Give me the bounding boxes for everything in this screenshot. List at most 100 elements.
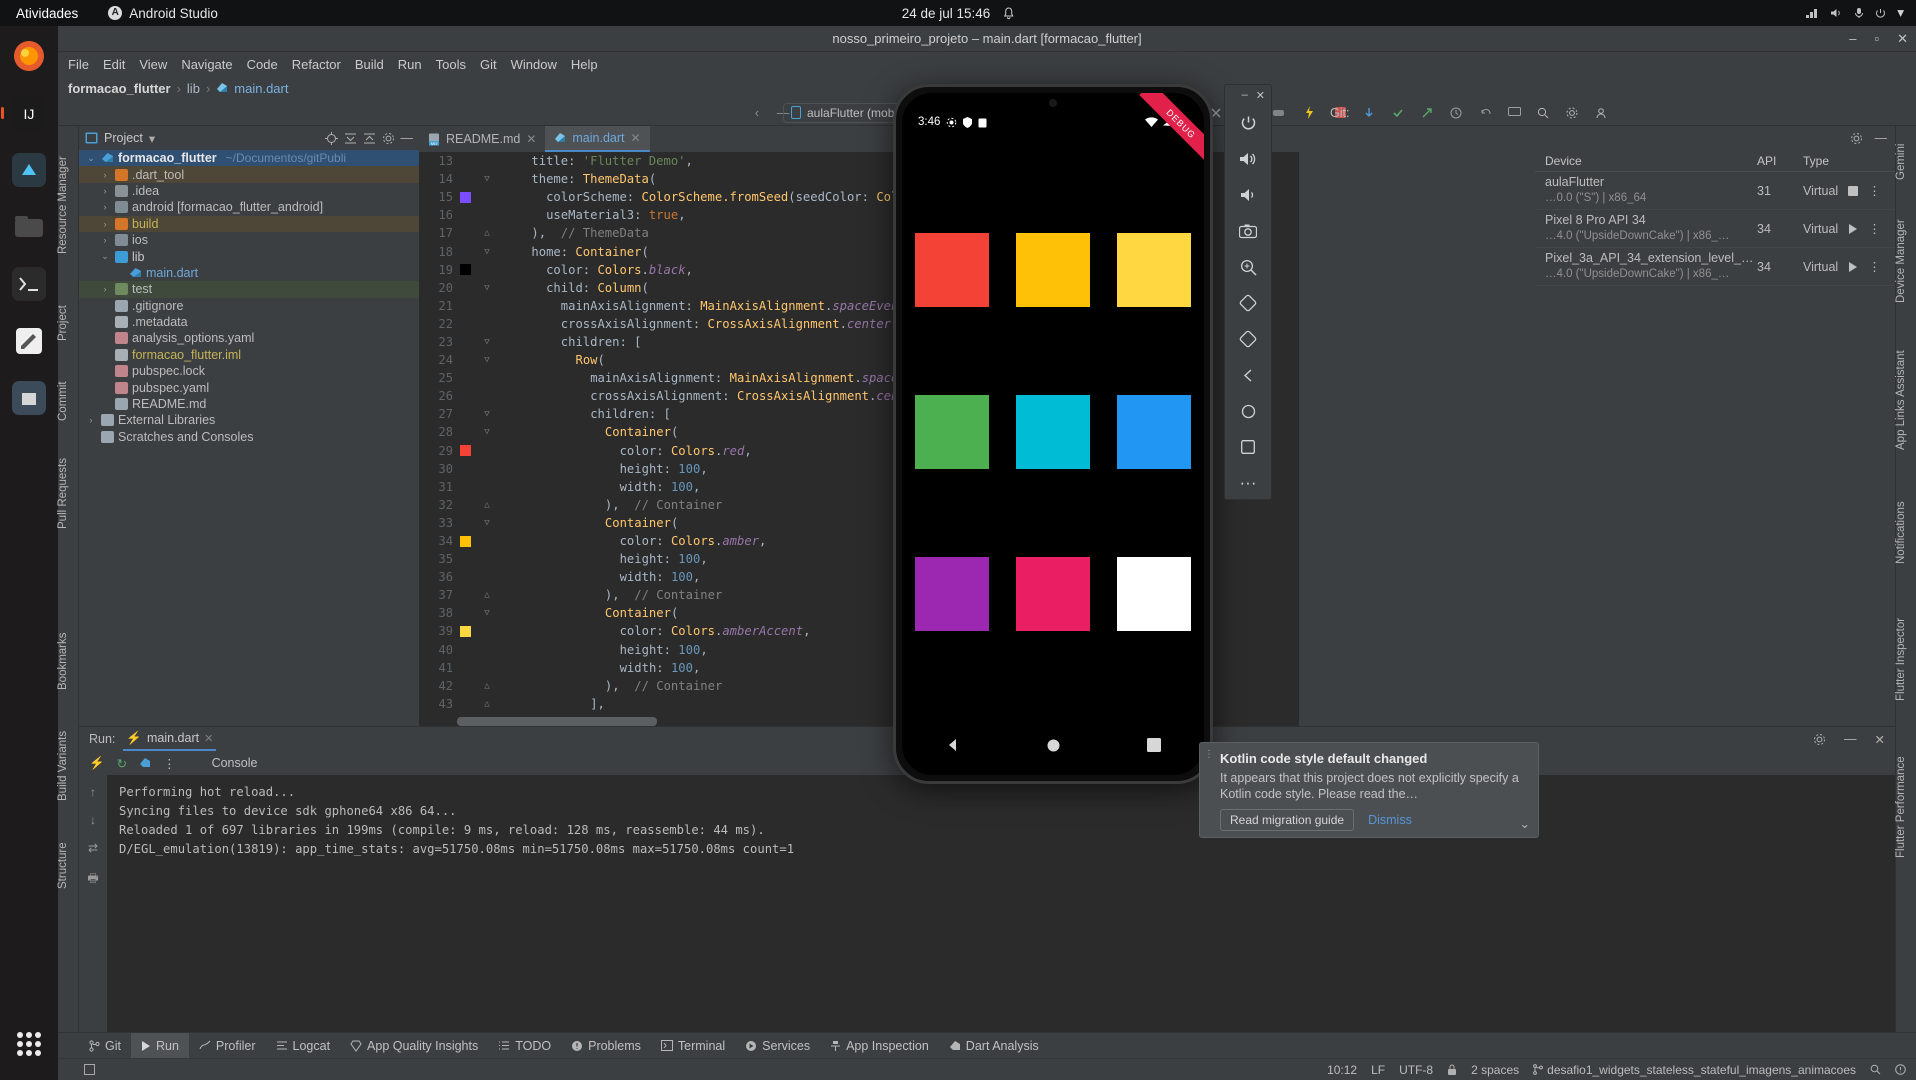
- dock-item-show-applications[interactable]: [7, 1022, 51, 1066]
- play-icon[interactable]: [1848, 223, 1858, 234]
- fold-toggle-icon[interactable]: ▽: [478, 608, 496, 618]
- os-tray[interactable]: ▾: [1805, 5, 1904, 21]
- console-output[interactable]: Performing hot reload... Syncing files t…: [107, 775, 1895, 1032]
- git-push-icon[interactable]: [1418, 104, 1436, 122]
- hot-reload-icon[interactable]: ⚡: [89, 756, 105, 771]
- overview-icon[interactable]: [1225, 429, 1271, 465]
- bottom-tab-dart-analysis[interactable]: Dart Analysis: [939, 1033, 1049, 1059]
- dock-item-files[interactable]: [7, 205, 51, 249]
- strip-pull-requests[interactable]: Pull Requests: [57, 444, 78, 544]
- strip-device-manager[interactable]: Device Manager: [1895, 202, 1916, 320]
- emulator-screen[interactable]: 3:46 DEBUG: [902, 93, 1204, 775]
- microphone-icon[interactable]: [1854, 7, 1864, 19]
- menu-help[interactable]: Help: [571, 57, 598, 72]
- fold-toggle-icon[interactable]: ▽: [478, 409, 496, 419]
- maximize-button[interactable]: ▫: [1874, 31, 1879, 47]
- menu-refactor[interactable]: Refactor: [292, 57, 341, 72]
- chevron-down-icon[interactable]: ▾: [1897, 5, 1904, 21]
- bottom-tab-services[interactable]: Services: [735, 1033, 820, 1059]
- more-vertical-icon[interactable]: ⋮: [1868, 221, 1881, 236]
- notification-bell-icon[interactable]: [1002, 6, 1014, 20]
- color-swatch-gutter-icon[interactable]: [457, 445, 473, 457]
- active-app-indicator[interactable]: A Android Studio: [108, 6, 218, 21]
- soft-wrap-icon[interactable]: ⇄: [88, 841, 98, 855]
- strip-structure[interactable]: Structure: [57, 826, 78, 906]
- project-tree[interactable]: ⌄ formacao_flutter ~/Documentos/gitPubli ›.…: [79, 150, 419, 445]
- tree-item-ios[interactable]: › ios: [79, 232, 419, 248]
- device-list[interactable]: aulaFlutter …0.0 ("S") | x86_64 31 Virtual ⋮…: [1535, 172, 1895, 286]
- menu-file[interactable]: File: [68, 57, 89, 72]
- menu-build[interactable]: Build: [355, 57, 384, 72]
- bottom-tab-problems[interactable]: Problems: [561, 1033, 651, 1059]
- chevron-right-icon[interactable]: ›: [99, 170, 111, 180]
- collapse-all-icon[interactable]: [363, 132, 376, 145]
- strip-resource-manager[interactable]: Resource Manager: [57, 130, 78, 280]
- fold-toggle-icon[interactable]: ▽: [478, 247, 496, 257]
- fold-toggle-icon[interactable]: △: [478, 500, 496, 510]
- dock-item-intellij[interactable]: IJ: [1, 91, 51, 135]
- camera-icon[interactable]: [1225, 213, 1271, 249]
- gear-icon[interactable]: [382, 132, 395, 145]
- close-button[interactable]: ✕: [1897, 31, 1908, 47]
- tree-item-external-libraries[interactable]: › External Libraries: [79, 412, 419, 428]
- back-icon[interactable]: [1225, 357, 1271, 393]
- breadcrumb-file[interactable]: main.dart: [234, 81, 288, 96]
- hot-reload-icon[interactable]: [1300, 104, 1318, 122]
- search-icon[interactable]: [1534, 104, 1552, 122]
- menu-bar[interactable]: File Edit View Navigate Code Refactor Bu…: [58, 52, 1916, 76]
- chevron-right-icon[interactable]: ›: [99, 235, 111, 245]
- structure-icon[interactable]: [84, 1064, 95, 1075]
- device-manager-tool-window[interactable]: Device Manager — Device API Type aulaFlu…: [1535, 126, 1895, 726]
- tree-item-gitignore[interactable]: .gitignore: [79, 298, 419, 314]
- file-encoding[interactable]: UTF-8: [1399, 1063, 1433, 1077]
- close-icon[interactable]: ✕: [526, 132, 536, 146]
- tree-item-pubspec-yaml[interactable]: pubspec.yaml: [79, 379, 419, 395]
- os-clock[interactable]: 24 de jul 15:46: [902, 6, 1015, 21]
- play-icon[interactable]: [1848, 261, 1858, 272]
- chevron-down-icon[interactable]: ⌄: [1520, 816, 1530, 831]
- menu-run[interactable]: Run: [398, 57, 422, 72]
- device-row[interactable]: Pixel 8 Pro API 34 …4.0 ("UpsideDownCake"…: [1535, 210, 1895, 248]
- line-separator[interactable]: LF: [1371, 1063, 1385, 1077]
- chevron-right-icon[interactable]: ›: [99, 202, 111, 212]
- breadcrumb-project[interactable]: formacao_flutter: [68, 81, 171, 96]
- dock-item-software[interactable]: [7, 376, 51, 420]
- bottom-tab-todo[interactable]: TODO: [488, 1033, 561, 1059]
- strip-flutter-performance[interactable]: Flutter Performance: [1895, 732, 1916, 882]
- fold-toggle-icon[interactable]: ▽: [478, 355, 496, 365]
- android-emulator-window[interactable]: 3:46 DEBUG: [893, 84, 1213, 784]
- tree-item-readme-md[interactable]: README.md: [79, 396, 419, 412]
- os-dock[interactable]: IJ: [0, 26, 58, 1080]
- left-tool-strip[interactable]: Resource Manager Project Commit Pull Req…: [57, 126, 79, 1056]
- fold-toggle-icon[interactable]: △: [478, 590, 496, 600]
- tree-item-main-dart[interactable]: main.dart: [79, 265, 419, 281]
- device-row[interactable]: aulaFlutter …0.0 ("S") | x86_64 31 Virtual ⋮: [1535, 172, 1895, 210]
- close-icon[interactable]: ✕: [204, 732, 213, 745]
- tree-item-android-formacao-flutter-android[interactable]: › android [formacao_flutter_android]: [79, 199, 419, 215]
- fold-toggle-icon[interactable]: ▽: [478, 174, 496, 184]
- hide-panel-icon[interactable]: —: [1844, 732, 1857, 746]
- breadcrumb-folder[interactable]: lib: [187, 81, 200, 96]
- tree-item-formacao-flutter[interactable]: ⌄ formacao_flutter ~/Documentos/gitPubli: [79, 150, 419, 167]
- caret-position[interactable]: 10:12: [1327, 1063, 1357, 1077]
- strip-gemini[interactable]: Gemini: [1895, 130, 1916, 194]
- back-triangle-icon[interactable]: [945, 737, 961, 753]
- rotate-right-icon[interactable]: [1225, 321, 1271, 357]
- chevron-down-icon[interactable]: ⌄: [85, 153, 97, 164]
- dock-item-android-studio[interactable]: [7, 148, 51, 192]
- project-tool-window[interactable]: Project ▾ — ⌄ formacao_flutter ~/Documento…: [79, 126, 419, 726]
- menu-view[interactable]: View: [139, 57, 167, 72]
- zoom-icon[interactable]: [1225, 249, 1271, 285]
- tree-item-lib[interactable]: ⌄ lib: [79, 248, 419, 264]
- color-swatch-gutter-icon[interactable]: [457, 264, 473, 276]
- dock-item-terminal[interactable]: [7, 262, 51, 306]
- horizontal-scrollbar[interactable]: [457, 717, 657, 726]
- run-tab-main-dart[interactable]: ⚡ main.dart ✕: [123, 727, 217, 751]
- volume-down-icon[interactable]: [1225, 177, 1271, 213]
- bottom-tab-app-quality-insights[interactable]: App Quality Insights: [340, 1033, 488, 1059]
- editor-tab-main-dart[interactable]: main.dart ✕: [545, 126, 650, 152]
- strip-flutter-inspector[interactable]: Flutter Inspector: [1895, 596, 1916, 722]
- strip-bookmarks[interactable]: Bookmarks: [57, 616, 78, 706]
- git-branch-widget[interactable]: desafio1_widgets_stateless_stateful_imag…: [1533, 1063, 1856, 1077]
- hide-panel-icon[interactable]: —: [401, 131, 414, 145]
